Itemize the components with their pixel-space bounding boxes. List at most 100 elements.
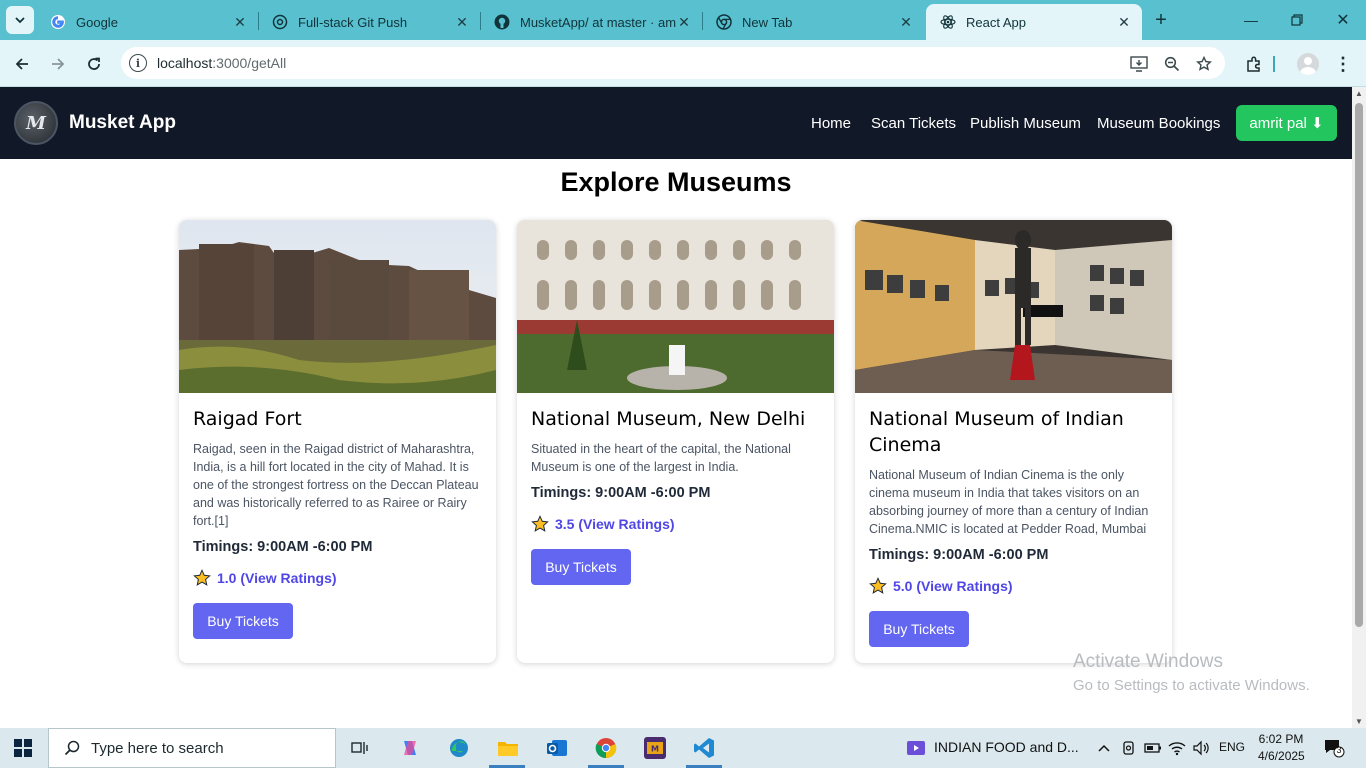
wifi-icon[interactable] bbox=[1166, 734, 1188, 762]
reload-icon[interactable] bbox=[81, 51, 107, 77]
scroll-down-icon[interactable]: ▼ bbox=[1355, 717, 1363, 726]
zoom-icon[interactable] bbox=[1163, 55, 1181, 73]
view-ratings-link[interactable]: 1.0 (View Ratings) bbox=[193, 569, 483, 587]
museum-card: Raigad Fort Raigad, seen in the Raigad d… bbox=[179, 220, 496, 663]
battery-icon[interactable] bbox=[1142, 734, 1164, 762]
close-tab-icon[interactable]: ✕ bbox=[454, 14, 470, 30]
watermark-subtitle: Go to Settings to activate Windows. bbox=[1073, 677, 1310, 694]
edge-browser-icon[interactable] bbox=[445, 734, 473, 762]
museum-card: National Museum, New Delhi Situated in t… bbox=[517, 220, 834, 663]
museum-timings: Timings: 9:00AM -6:00 PM bbox=[193, 539, 373, 555]
close-window-icon[interactable]: ✕ bbox=[1328, 8, 1358, 32]
search-icon bbox=[63, 739, 81, 757]
clock-date: 4/6/2025 bbox=[1258, 749, 1305, 763]
forward-arrow-icon[interactable] bbox=[45, 51, 71, 77]
close-tab-icon[interactable]: ✕ bbox=[676, 14, 692, 30]
rating-text[interactable]: 1.0 (View Ratings) bbox=[217, 570, 337, 586]
new-tab-button[interactable]: + bbox=[1150, 10, 1172, 32]
show-hidden-icons-chevron[interactable] bbox=[1093, 734, 1115, 762]
vscode-icon[interactable] bbox=[690, 734, 718, 762]
restore-icon[interactable] bbox=[1282, 8, 1312, 32]
media-play-icon[interactable] bbox=[902, 734, 930, 762]
nav-publish-museum-link[interactable]: Publish Museum bbox=[970, 115, 1081, 132]
star-icon bbox=[531, 515, 549, 532]
chevron-down-icon bbox=[15, 17, 25, 24]
chrome-icon bbox=[716, 14, 732, 30]
nav-home-link[interactable]: Home bbox=[811, 115, 851, 132]
notification-center-icon[interactable]: 3 bbox=[1320, 734, 1348, 762]
museum-card-body: National Museum, New Delhi Situated in t… bbox=[531, 406, 821, 585]
rating-text[interactable]: 3.5 (View Ratings) bbox=[555, 516, 675, 532]
google-icon bbox=[50, 14, 66, 30]
github-icon bbox=[494, 14, 510, 30]
extensions-icon[interactable] bbox=[1241, 51, 1267, 77]
star-icon bbox=[193, 569, 211, 586]
museum-card-body: Raigad Fort Raigad, seen in the Raigad d… bbox=[193, 406, 483, 639]
address-bar[interactable]: i localhost:3000/getAll bbox=[121, 47, 1225, 79]
more-menu-icon[interactable]: ⋮ bbox=[1330, 51, 1356, 77]
page-scrollbar[interactable]: ▲ ▼ bbox=[1352, 87, 1366, 728]
museum-name: National Museum of Indian Cinema bbox=[869, 408, 1124, 456]
back-arrow-icon[interactable] bbox=[9, 51, 35, 77]
profile-avatar-icon[interactable] bbox=[1295, 51, 1321, 77]
browser-tab-react-app[interactable]: React App ✕ bbox=[926, 4, 1142, 40]
museum-image-raigad-fort bbox=[179, 220, 496, 393]
browser-tab-git-push[interactable]: Full-stack Git Push ✕ bbox=[258, 4, 480, 40]
star-icon bbox=[869, 577, 887, 594]
scroll-up-icon[interactable]: ▲ bbox=[1355, 89, 1363, 98]
meet-now-icon[interactable] bbox=[1118, 734, 1140, 762]
tab-search-button[interactable] bbox=[6, 6, 34, 34]
browser-tab-github[interactable]: MusketApp/ at master · amrit ✕ bbox=[480, 4, 702, 40]
museum-card-body: National Museum of Indian Cinema Nationa… bbox=[869, 406, 1159, 647]
task-view-icon[interactable] bbox=[346, 734, 374, 762]
buy-tickets-button[interactable]: Buy Tickets bbox=[193, 603, 293, 639]
buy-tickets-button[interactable]: Buy Tickets bbox=[869, 611, 969, 647]
view-ratings-link[interactable]: 3.5 (View Ratings) bbox=[531, 515, 821, 533]
close-tab-icon[interactable]: ✕ bbox=[1116, 14, 1132, 30]
install-app-icon[interactable] bbox=[1130, 55, 1148, 73]
user-menu-button[interactable]: amrit pal ⬇ bbox=[1236, 105, 1337, 141]
browser-tab-google[interactable]: Google ✕ bbox=[36, 4, 258, 40]
museum-name: National Museum, New Delhi bbox=[531, 408, 806, 430]
tab-title: MusketApp/ at master · amrit bbox=[520, 14, 676, 30]
media-title[interactable]: INDIAN FOOD and D... bbox=[934, 739, 1079, 755]
chrome-taskbar-icon[interactable] bbox=[592, 734, 620, 762]
file-explorer-icon[interactable] bbox=[494, 734, 522, 762]
close-tab-icon[interactable]: ✕ bbox=[232, 14, 248, 30]
svg-text:M: M bbox=[651, 745, 659, 754]
outlook-icon[interactable] bbox=[543, 734, 571, 762]
taskbar-clock[interactable]: 6:02 PM 4/6/2025 bbox=[1258, 731, 1305, 765]
react-icon bbox=[940, 14, 956, 30]
scrollbar-thumb[interactable] bbox=[1355, 103, 1363, 627]
tab-title: Full-stack Git Push bbox=[298, 14, 408, 30]
bookmark-star-icon[interactable] bbox=[1195, 55, 1213, 73]
browser-tab-new-tab[interactable]: New Tab ✕ bbox=[702, 4, 924, 40]
app-game-icon[interactable]: M bbox=[641, 734, 669, 762]
notification-count-badge: 3 bbox=[1336, 745, 1342, 755]
language-indicator[interactable]: ENG bbox=[1219, 740, 1245, 754]
museum-card: National Museum of Indian Cinema Nationa… bbox=[855, 220, 1172, 663]
rating-text[interactable]: 5.0 (View Ratings) bbox=[893, 578, 1013, 594]
museum-description: Raigad, seen in the Raigad district of M… bbox=[193, 442, 479, 528]
minimize-icon[interactable]: — bbox=[1236, 8, 1266, 32]
clock-time: 6:02 PM bbox=[1258, 732, 1304, 746]
copilot-icon[interactable] bbox=[396, 734, 424, 762]
close-tab-icon[interactable]: ✕ bbox=[898, 14, 914, 30]
site-info-icon[interactable]: i bbox=[129, 54, 147, 72]
buy-tickets-button[interactable]: Buy Tickets bbox=[531, 549, 631, 585]
brand-name[interactable]: Musket App bbox=[69, 112, 176, 134]
view-ratings-link[interactable]: 5.0 (View Ratings) bbox=[869, 577, 1159, 595]
app-logo[interactable]: M bbox=[14, 101, 58, 145]
toolbar-divider bbox=[1268, 51, 1280, 77]
activate-windows-watermark: Activate Windows Go to Settings to activ… bbox=[1073, 651, 1310, 694]
windows-start-icon[interactable] bbox=[14, 739, 32, 757]
museum-description: Situated in the heart of the capital, th… bbox=[531, 442, 791, 474]
taskbar-search-box[interactable]: Type here to search bbox=[48, 728, 336, 768]
search-placeholder: Type here to search bbox=[91, 739, 224, 757]
windows-taskbar: Type here to search M INDIAN FOOD and D.… bbox=[0, 728, 1366, 768]
volume-icon[interactable] bbox=[1190, 734, 1212, 762]
museum-description: National Museum of Indian Cinema is the … bbox=[869, 468, 1149, 536]
nav-museum-bookings-link[interactable]: Museum Bookings bbox=[1097, 115, 1220, 132]
nav-scan-tickets-link[interactable]: Scan Tickets bbox=[871, 115, 956, 132]
browser-tab-strip: Google ✕ Full-stack Git Push ✕ MusketApp… bbox=[0, 0, 1366, 40]
